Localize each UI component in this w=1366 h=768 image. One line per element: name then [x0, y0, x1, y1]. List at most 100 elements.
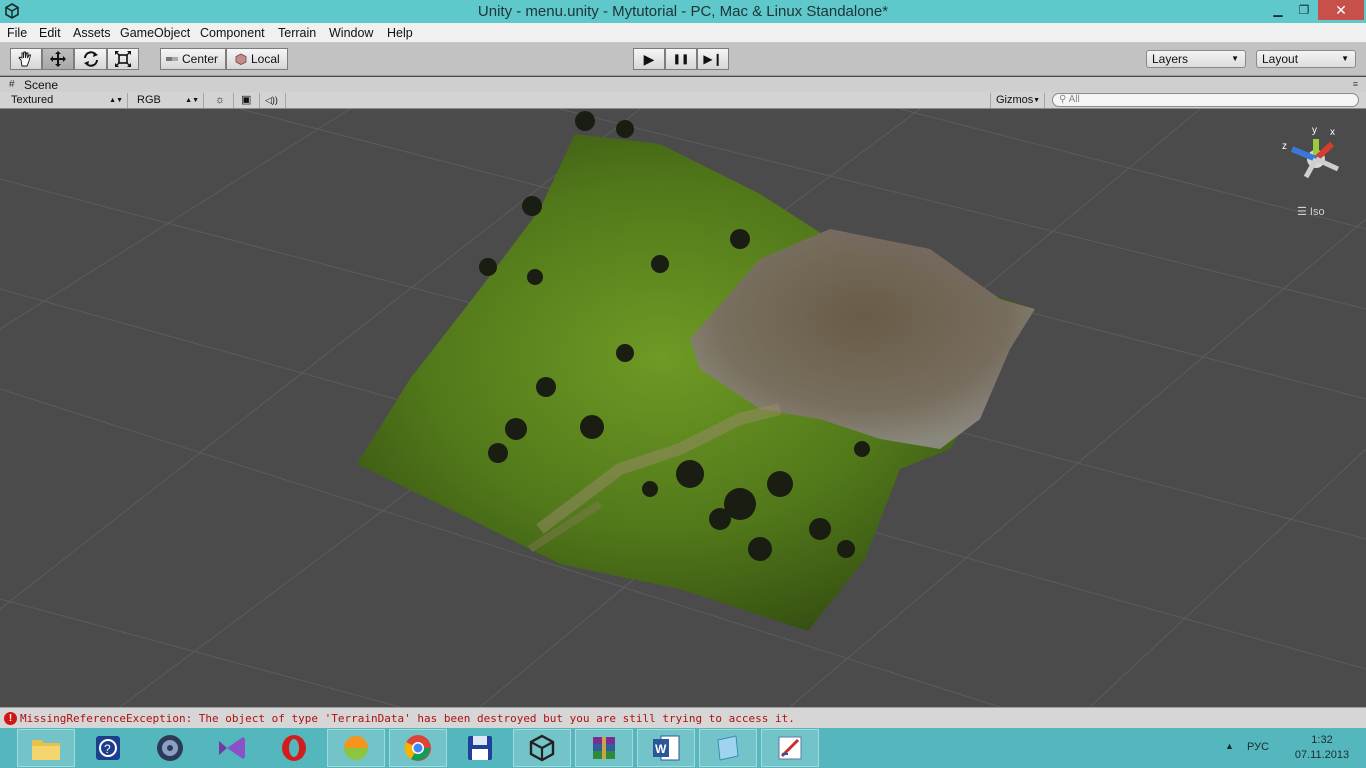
scale-tool-icon	[115, 51, 131, 67]
scene-tab[interactable]: # Scene ≡	[0, 77, 1366, 92]
terrain-mesh	[357, 134, 1035, 631]
hand-tool-icon	[18, 51, 32, 67]
svg-text:?: ?	[104, 742, 111, 756]
pivot-center-button[interactable]: Center	[160, 48, 226, 70]
visual-studio-icon	[219, 737, 245, 759]
save-icon	[468, 736, 492, 760]
gizmos-label: Gizmos	[996, 94, 1034, 106]
notepad-icon	[717, 735, 739, 761]
restore-button[interactable]: ❐	[1290, 0, 1318, 20]
scale-tool-button[interactable]	[107, 48, 139, 70]
system-clock[interactable]: 1:32 07.11.2013	[1290, 733, 1354, 763]
iso-lines-icon: ☰	[1297, 206, 1310, 218]
scene-render: y x z	[0, 109, 1366, 707]
scene-tab-label: Scene	[24, 78, 59, 92]
menu-edit[interactable]: Edit	[39, 26, 61, 40]
dropdown-arrow-icon: ▲▼	[109, 97, 123, 104]
scene-viewport[interactable]: y x z ☰ Iso	[0, 109, 1366, 707]
close-button[interactable]: ✕	[1318, 0, 1364, 20]
local-cube-icon	[235, 53, 247, 65]
taskbar-media-player[interactable]	[141, 729, 199, 767]
taskbar-chrome[interactable]	[389, 729, 447, 767]
menu-help[interactable]: Help	[387, 26, 413, 40]
scene-toolbar: Textured ▲▼ RGB ▲▼ ☼ ▣ ◁)) Gizmos ▼ ⚲ Al…	[0, 92, 1366, 109]
dropdown-arrow-icon: ▲▼	[185, 97, 199, 104]
audio-icon: ◁))	[265, 95, 278, 105]
windows-taskbar: ? W ▲ РУС 1:32 07.11.2013	[0, 728, 1366, 768]
taskbar-notepad[interactable]	[699, 729, 757, 767]
taskbar-file-explorer[interactable]	[17, 729, 75, 767]
taskbar-save[interactable]	[451, 729, 509, 767]
scene-overlay-toggle[interactable]: ▣	[236, 93, 260, 108]
layout-label: Layout	[1262, 52, 1299, 66]
svg-text:W: W	[655, 742, 667, 756]
taskbar-unity[interactable]	[513, 729, 571, 767]
draw-mode-label: Textured	[11, 94, 54, 106]
browser-icon	[344, 736, 368, 760]
step-button[interactable]: ▶❙	[697, 48, 729, 70]
gizmos-dropdown[interactable]: Gizmos ▼	[990, 93, 1045, 108]
scene-lighting-toggle[interactable]: ☼	[210, 93, 234, 108]
gizmo-x-label: x	[1330, 127, 1335, 138]
media-player-icon	[157, 735, 183, 761]
menu-component[interactable]: Component	[200, 26, 265, 40]
gizmo-z-label: z	[1282, 141, 1287, 152]
opera-icon	[282, 735, 306, 761]
tray-expand-icon[interactable]: ▲	[1225, 741, 1234, 751]
space-local-button[interactable]: Local	[226, 48, 288, 70]
pause-button[interactable]: ❚❚	[665, 48, 697, 70]
paint-icon	[778, 736, 802, 760]
rotate-tool-button[interactable]	[74, 48, 107, 70]
layout-dropdown[interactable]: Layout ▼	[1256, 50, 1356, 68]
orientation-gizmo[interactable]: y x z	[1282, 125, 1340, 179]
scene-grid-icon: #	[9, 79, 15, 90]
clock-date: 07.11.2013	[1294, 749, 1350, 761]
taskbar-opera[interactable]	[265, 729, 323, 767]
taskbar-paint[interactable]	[761, 729, 819, 767]
lighting-icon: ☼	[215, 94, 226, 106]
rotate-tool-icon	[83, 51, 98, 67]
file-explorer-icon	[32, 740, 60, 760]
tab-menu-icon[interactable]: ≡	[1353, 79, 1358, 89]
projection-toggle[interactable]: ☰ Iso	[1297, 205, 1325, 218]
play-button[interactable]: ▶	[633, 48, 665, 70]
winrar-icon	[593, 737, 615, 759]
gizmo-y-label: y	[1312, 125, 1317, 136]
projection-label: Iso	[1309, 206, 1325, 218]
render-mode-dropdown[interactable]: RGB ▲▼	[132, 93, 204, 108]
move-tool-button[interactable]	[42, 48, 74, 70]
minimize-button[interactable]: ▁	[1264, 0, 1292, 20]
error-icon: !	[4, 712, 17, 725]
layers-label: Layers	[1152, 52, 1189, 66]
pause-icon: ❚❚	[672, 53, 690, 65]
image-icon: ▣	[241, 94, 252, 106]
menu-file[interactable]: File	[7, 26, 27, 40]
window-title: Unity - menu.unity - Mytutorial - PC, Ma…	[477, 3, 889, 20]
taskbar-help[interactable]: ?	[79, 729, 137, 767]
taskbar-word[interactable]: W	[637, 729, 695, 767]
search-icon: ⚲	[1059, 94, 1067, 105]
unity-icon	[529, 734, 555, 762]
menu-window[interactable]: Window	[329, 26, 373, 40]
draw-mode-dropdown[interactable]: Textured ▲▼	[6, 93, 128, 108]
scene-audio-toggle[interactable]: ◁))	[262, 93, 286, 108]
chrome-icon	[404, 735, 431, 761]
hand-tool-button[interactable]	[10, 48, 42, 70]
console-error-message: MissingReferenceException: The object of…	[20, 712, 795, 725]
help-icon: ?	[96, 736, 120, 760]
center-pivot-icon	[166, 57, 178, 61]
hierarchy-search-input[interactable]: ⚲ All	[1052, 93, 1359, 107]
render-mode-label: RGB	[137, 94, 161, 106]
taskbar-visual-studio[interactable]	[203, 729, 261, 767]
menu-assets[interactable]: Assets	[73, 26, 111, 40]
pivot-label: Center	[182, 52, 219, 66]
taskbar-browser[interactable]	[327, 729, 385, 767]
language-indicator[interactable]: РУС	[1247, 741, 1269, 753]
menu-terrain[interactable]: Terrain	[278, 26, 316, 40]
console-status-bar[interactable]: ! MissingReferenceException: The object …	[0, 707, 1366, 728]
taskbar-winrar[interactable]	[575, 729, 633, 767]
step-icon: ▶❙	[703, 52, 723, 66]
menu-gameobject[interactable]: GameObject	[120, 26, 190, 40]
layers-dropdown[interactable]: Layers ▼	[1146, 50, 1246, 68]
main-toolbar: Center Local ▶ ❚❚ ▶❙ Layers ▼ Layout ▼	[0, 43, 1366, 76]
